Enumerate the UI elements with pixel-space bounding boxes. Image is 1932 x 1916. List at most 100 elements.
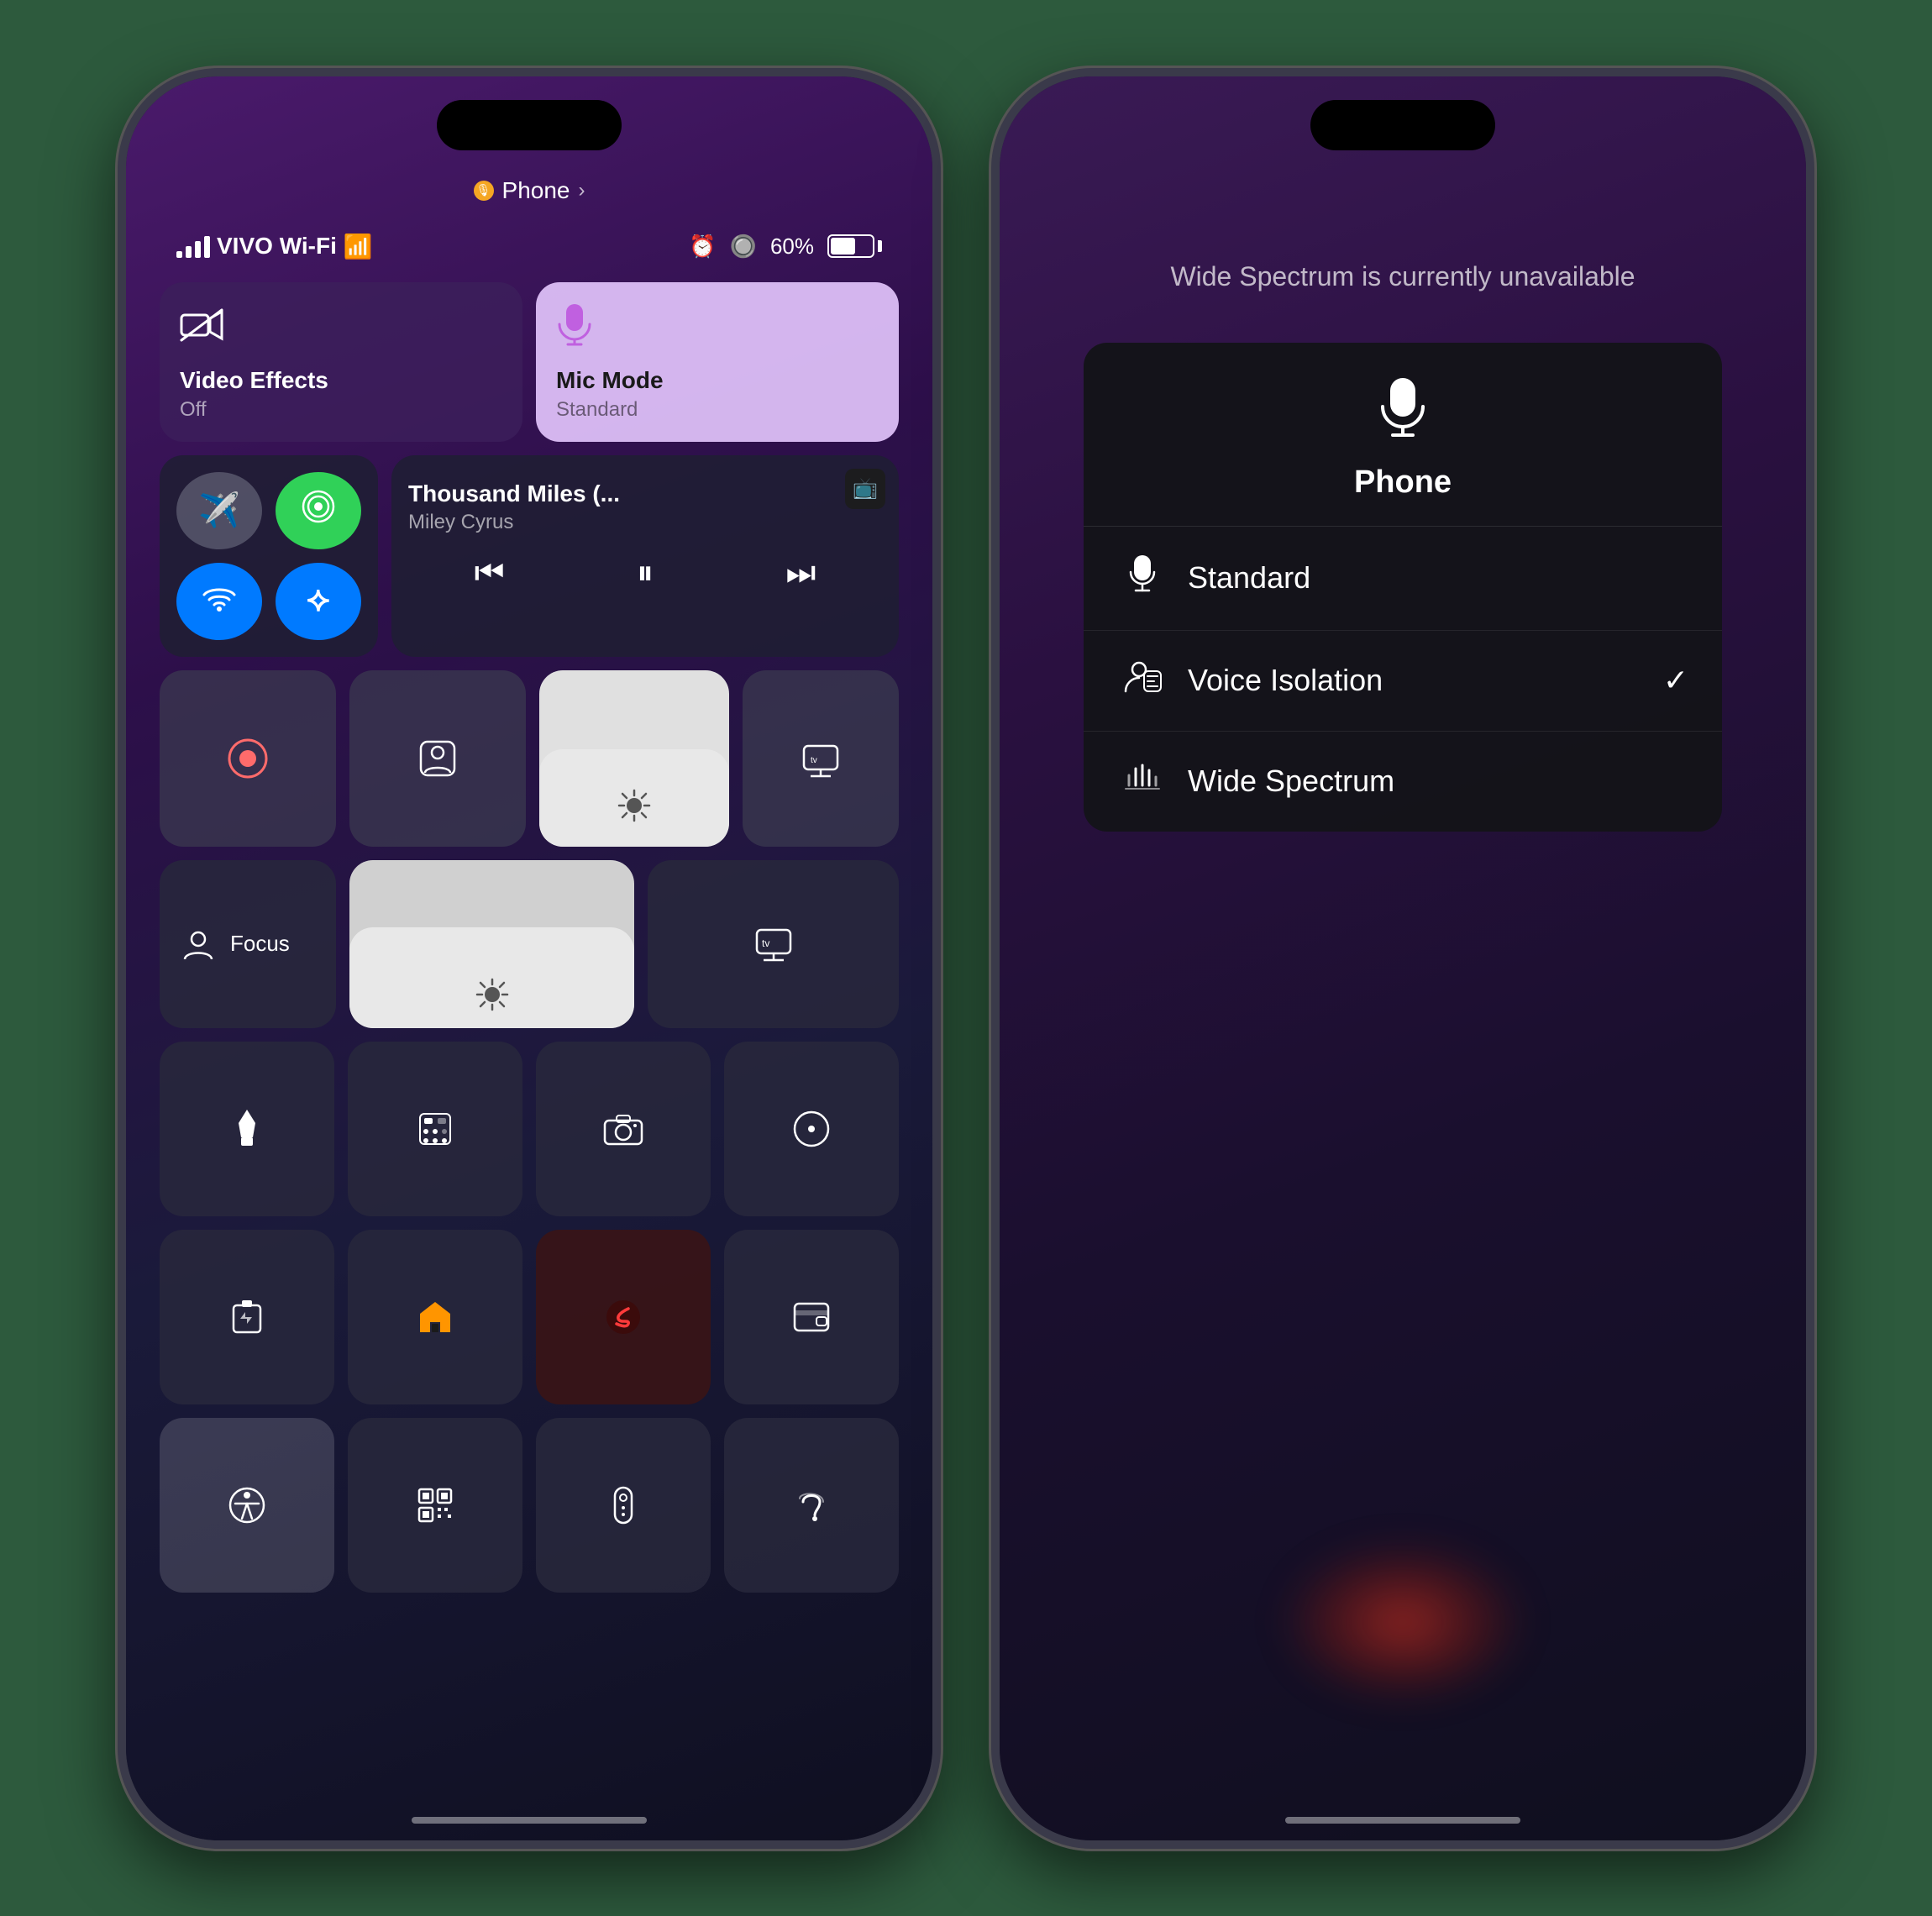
standard-option-label: Standard (1188, 560, 1688, 596)
mic-mode-label: Mic Mode (556, 366, 879, 395)
connectivity-grid: ✈️ (160, 455, 378, 657)
standard-mic-icon (1117, 554, 1168, 603)
mic-panel-header: Phone (1084, 343, 1722, 527)
utility-row: tv (160, 670, 899, 847)
media-controls: ⏮ ⏸ ⏭ (408, 554, 882, 592)
svg-text:tv: tv (762, 937, 769, 949)
wallet-button[interactable] (724, 1230, 899, 1404)
mic-mode-icon (556, 302, 879, 357)
accessibility-button[interactable] (160, 1418, 334, 1593)
focus-button[interactable]: Focus (160, 860, 336, 1028)
carrier-label: VIVO Wi-Fi (217, 233, 337, 260)
dynamic-island-1 (437, 100, 622, 150)
phone-2: Wide Spectrum is currently unavailable P… (991, 68, 1814, 1849)
app-indicator: 🎙 Phone › (160, 177, 899, 204)
screen-record-button[interactable] (160, 670, 336, 847)
home-bar-2 (1285, 1817, 1520, 1824)
prev-track-button[interactable]: ⏮ (475, 554, 505, 592)
voice-isolation-label: Voice Isolation (1188, 663, 1663, 698)
next-track-button[interactable]: ⏭ (785, 554, 816, 592)
bottom-grid-1 (160, 1042, 899, 1216)
unavailable-text: Wide Spectrum is currently unavailable (1170, 261, 1635, 292)
appletv-small-icon: 📺 (853, 476, 878, 501)
mic-mode-sublabel: Standard (556, 398, 879, 422)
video-effects-button[interactable]: Video Effects Off (160, 282, 522, 442)
app-indicator-label: Phone (502, 177, 570, 204)
video-effects-icon (180, 302, 502, 353)
brightness-vertical-slider[interactable] (349, 860, 634, 1028)
svg-text:tv: tv (811, 756, 817, 765)
media-app-icon: 📺 (845, 469, 885, 509)
airplane-icon: ✈️ (198, 491, 240, 530)
dynamic-island-2 (1310, 100, 1495, 150)
brightness-slider[interactable] (539, 670, 729, 847)
calculator-button[interactable] (348, 1042, 522, 1216)
chevron-icon: › (578, 179, 585, 202)
top-controls: Video Effects Off Mic Mode Standard (160, 282, 899, 442)
mic-option-standard[interactable]: Standard (1084, 527, 1722, 631)
play-pause-button[interactable]: ⏸ (637, 554, 654, 592)
battery-body (827, 234, 874, 258)
status-bar: VIVO Wi-Fi 📶 ⏰ 🔘 60% (160, 224, 899, 269)
mic-option-wide-spectrum[interactable]: Wide Spectrum (1084, 732, 1722, 832)
appletv-button[interactable]: tv (743, 670, 899, 847)
battery-button[interactable] (160, 1230, 334, 1404)
wifi-btn-icon (202, 582, 236, 620)
appletv-button-2[interactable]: tv (648, 860, 899, 1028)
airdrop-button[interactable] (349, 670, 526, 847)
video-effects-sublabel: Off (180, 398, 502, 422)
control-grid: Video Effects Off Mic Mode Standard (160, 282, 899, 1593)
battery-icon (827, 234, 882, 258)
camera-button[interactable] (536, 1042, 711, 1216)
wide-spectrum-label: Wide Spectrum (1188, 764, 1688, 799)
cellular-button[interactable] (276, 472, 361, 549)
focus-row: Focus (160, 860, 899, 1028)
flashlight-button[interactable] (160, 1042, 334, 1216)
focus-label: Focus (230, 931, 290, 957)
media-artist: Miley Cyrus (408, 511, 882, 534)
phone2-screen: Wide Spectrum is currently unavailable P… (1000, 76, 1806, 1840)
mic-option-voice-isolation[interactable]: Voice Isolation ✓ (1084, 631, 1722, 732)
qrcode-button[interactable] (348, 1418, 522, 1593)
wide-spectrum-icon (1117, 759, 1168, 805)
brightness-icon (617, 789, 651, 830)
phone1-screen: 🎙 Phone › VIVO Wi-Fi 📶 ⏰ 🔘 60% (126, 76, 932, 1840)
location-icon: 🔘 (730, 234, 757, 260)
screen-mirror-button[interactable] (724, 1042, 899, 1216)
mic-mode-button[interactable]: Mic Mode Standard (536, 282, 899, 442)
bottom-grid-2 (160, 1230, 899, 1404)
recording-dot: 🎙 (474, 181, 494, 201)
bar4 (204, 236, 210, 258)
media-player[interactable]: 📺 Thousand Miles (... Miley Cyrus ⏮ ⏸ ⏭ (391, 455, 899, 657)
bar2 (186, 246, 192, 258)
voice-isolation-checkmark: ✓ (1663, 663, 1688, 698)
wifi-icon: 📶 (344, 233, 373, 260)
shazam-button[interactable] (536, 1230, 711, 1404)
hearing-button[interactable] (724, 1418, 899, 1593)
airplane-mode-button[interactable]: ✈️ (176, 472, 262, 549)
mic-panel-icon (1378, 376, 1428, 451)
battery-fill (831, 238, 855, 255)
alarm-icon: ⏰ (689, 234, 716, 260)
remote-button[interactable] (536, 1418, 711, 1593)
red-glow (1277, 1538, 1529, 1706)
signal-bars (176, 234, 210, 258)
bar3 (195, 241, 201, 258)
phone-1: 🎙 Phone › VIVO Wi-Fi 📶 ⏰ 🔘 60% (118, 68, 941, 1849)
voice-isolation-icon (1117, 658, 1168, 704)
media-connectivity-row: ✈️ (160, 455, 899, 657)
wifi-button[interactable] (176, 563, 262, 640)
mic-panel-title: Phone (1354, 465, 1452, 501)
bluetooth-icon: ⯎ (307, 583, 329, 619)
home-bar-1 (412, 1817, 647, 1824)
home-button[interactable] (348, 1230, 522, 1404)
mic-mode-panel: Phone Standard (1084, 343, 1722, 832)
bar1 (176, 251, 182, 258)
media-title: Thousand Miles (... (408, 480, 660, 507)
cellular-icon (302, 490, 335, 531)
bottom-grid-3 (160, 1418, 899, 1593)
battery-tip (878, 240, 882, 252)
status-right: ⏰ 🔘 60% (689, 234, 882, 260)
bluetooth-button[interactable]: ⯎ (276, 563, 361, 640)
battery-pct: 60% (770, 234, 814, 260)
